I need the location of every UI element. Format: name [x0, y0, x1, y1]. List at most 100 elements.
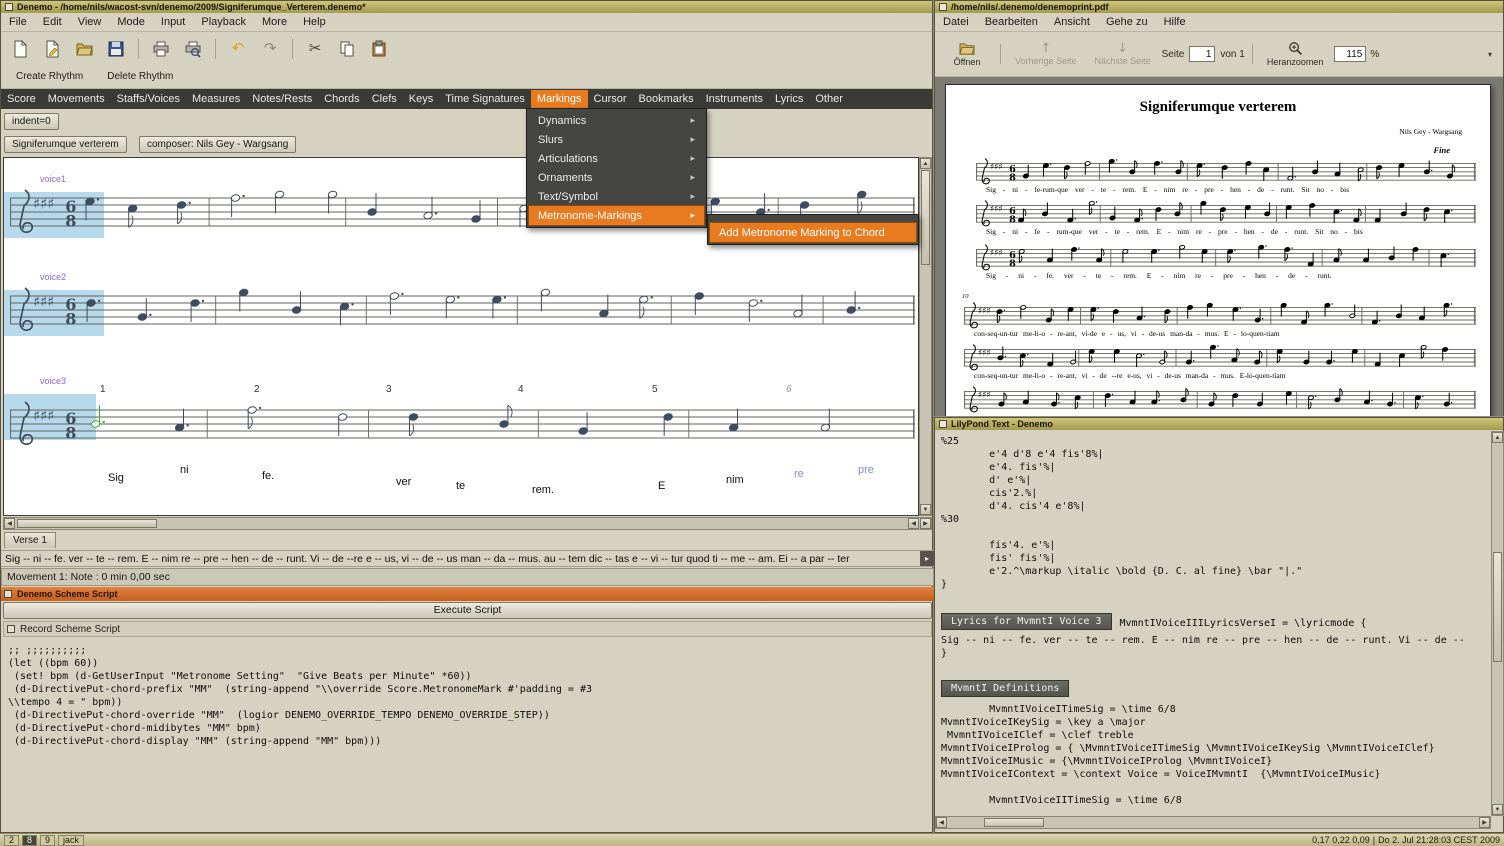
- cmd-clefs[interactable]: Clefs: [366, 90, 403, 108]
- definitions-section-button[interactable]: MvmntI Definitions: [941, 680, 1070, 697]
- lilypond-text-view[interactable]: %25 e'4 d'8 e'4 fis'8%| e'4. fis'%| d' e…: [935, 431, 1491, 816]
- menu-mode[interactable]: Mode: [109, 14, 153, 30]
- new-from-template-button[interactable]: [39, 36, 65, 62]
- lilypond-code[interactable]: %25 e'4 d'8 e'4 fis'8%| e'4. fis'%| d' e…: [941, 435, 1485, 591]
- scroll-up-arrow[interactable]: ▲: [1492, 432, 1503, 443]
- cmd-movements[interactable]: Movements: [42, 90, 111, 108]
- menu-playback[interactable]: Playback: [193, 14, 254, 30]
- menu-item-metronome-markings[interactable]: Metronome-Markings ▸: [528, 205, 705, 226]
- menu-input[interactable]: Input: [153, 14, 193, 30]
- menu-item-ornaments[interactable]: Ornaments ▸: [529, 168, 704, 187]
- cmd-instruments[interactable]: Instruments: [700, 90, 769, 108]
- indent-button[interactable]: indent=0: [4, 113, 59, 130]
- cmd-notes-rests[interactable]: Notes/Rests: [246, 90, 318, 108]
- paste-button[interactable]: [366, 36, 392, 62]
- menu-item-text-symbol[interactable]: Text/Symbol ▸: [529, 187, 704, 206]
- lilypond-horizontal-scrollbar[interactable]: ◀ ▶: [935, 816, 1491, 829]
- menu-help[interactable]: Help: [295, 14, 334, 30]
- scheme-panel-header[interactable]: Denemo Scheme Script: [1, 587, 934, 601]
- verse-tab[interactable]: Verse 1: [4, 532, 56, 548]
- menu-item-dynamics[interactable]: Dynamics ▸: [529, 111, 704, 130]
- score-title-button[interactable]: Signiferumque verterem: [4, 136, 127, 153]
- workspace-9[interactable]: 9: [40, 834, 56, 846]
- scrollbar-thumb[interactable]: [921, 170, 930, 265]
- score-vertical-scrollbar[interactable]: ▲ ▼: [919, 157, 932, 516]
- menu-more[interactable]: More: [254, 14, 295, 30]
- panel-grip-icon[interactable]: [4, 590, 12, 598]
- open-score-button[interactable]: [71, 36, 97, 62]
- cmd-keys[interactable]: Keys: [403, 90, 439, 108]
- open-button[interactable]: Öffnen: [941, 39, 993, 69]
- menu-datei[interactable]: Datei: [935, 14, 977, 30]
- cmd-lyrics[interactable]: Lyrics: [769, 90, 809, 108]
- composer-button[interactable]: composer: Nils Gey - Wargsang: [139, 136, 297, 153]
- verse-scroll-arrow[interactable]: ▸: [920, 551, 934, 566]
- record-script-toggle[interactable]: Record Scheme Script: [3, 621, 932, 637]
- print-button[interactable]: [148, 36, 174, 62]
- zoom-value-input[interactable]: [1334, 46, 1367, 62]
- scroll-left-arrow[interactable]: ◀: [936, 817, 947, 828]
- menu-gehe-zu[interactable]: Gehe zu: [1098, 14, 1156, 30]
- print-preview-button[interactable]: [180, 36, 206, 62]
- scrollbar-thumb[interactable]: [1493, 552, 1502, 662]
- execute-script-button[interactable]: Execute Script: [3, 602, 932, 619]
- lilypond-titlebar[interactable]: LilyPond Text - Denemo: [935, 418, 1503, 430]
- cmd-bookmarks[interactable]: Bookmarks: [633, 90, 700, 108]
- menu-item-articulations[interactable]: Articulations ▸: [529, 149, 704, 168]
- cmd-score[interactable]: Score: [1, 90, 42, 108]
- create-rhythm-button[interactable]: Create Rhythm: [7, 68, 92, 85]
- scroll-down-arrow[interactable]: ▼: [920, 504, 931, 515]
- scrollbar-thumb[interactable]: [984, 818, 1044, 827]
- scroll-left-arrow[interactable]: ◀: [4, 518, 15, 529]
- delete-rhythm-button[interactable]: Delete Rhythm: [98, 68, 182, 85]
- scroll-left-arrow[interactable]: ◀: [908, 518, 919, 529]
- undo-button[interactable]: ↶: [225, 36, 251, 62]
- previous-page-button[interactable]: ↑ Vorherige Seite: [1008, 40, 1084, 68]
- jack-indicator[interactable]: jack: [58, 834, 85, 846]
- next-page-button[interactable]: ↓ Nächste Seite: [1088, 40, 1158, 68]
- lyrics-mode-header[interactable]: MvmntIVoiceIIILyricsVerseI = \lyricmode …: [1120, 617, 1367, 630]
- menu-edit[interactable]: Edit: [35, 14, 70, 30]
- menu-file[interactable]: File: [1, 14, 35, 30]
- pdf-titlebar[interactable]: /home/nils/.denemo/denemoprint.pdf: [935, 1, 1503, 13]
- menu-item-slurs[interactable]: Slurs ▸: [529, 130, 704, 149]
- new-score-button[interactable]: [7, 36, 33, 62]
- menu-view[interactable]: View: [70, 14, 110, 30]
- cmd-cursor[interactable]: Cursor: [588, 90, 633, 108]
- scroll-up-arrow[interactable]: ▲: [920, 158, 931, 169]
- cmd-chords[interactable]: Chords: [318, 90, 365, 108]
- cmd-staffs-voices[interactable]: Staffs/Voices: [111, 90, 186, 108]
- workspace-2[interactable]: 2: [4, 834, 20, 846]
- cmd-other[interactable]: Other: [809, 90, 849, 108]
- scroll-right-arrow[interactable]: ▶: [920, 518, 931, 529]
- record-checkbox[interactable]: [7, 625, 15, 633]
- scroll-right-arrow[interactable]: ▶: [1479, 817, 1490, 828]
- workspace-8[interactable]: 8: [22, 834, 38, 846]
- scrollbar-thumb[interactable]: [17, 519, 157, 528]
- lyrics-section-button[interactable]: Lyrics for MvmntI Voice 3: [941, 613, 1112, 630]
- pdf-view-area[interactable]: Signiferumque verterem Nils Gey - Wargsa…: [935, 77, 1503, 416]
- cmd-time-signatures[interactable]: Time Signatures: [439, 90, 531, 108]
- scroll-down-arrow[interactable]: ▼: [1492, 804, 1503, 815]
- lilypond-vertical-scrollbar[interactable]: ▲ ▼: [1491, 431, 1504, 816]
- redo-button[interactable]: ↷: [257, 36, 283, 62]
- definitions-code[interactable]: MvmntIVoiceITimeSig = \time 6/8 MvmntIVo…: [941, 703, 1485, 807]
- save-score-button[interactable]: [103, 36, 129, 62]
- zoom-button[interactable]: Heranzoomen: [1260, 39, 1331, 69]
- scheme-script-editor[interactable]: ;; ;;;;;;;;;; (let ((bpm 60)) (set! bpm …: [1, 638, 934, 833]
- page-number-input[interactable]: [1189, 46, 1216, 62]
- chevron-down-icon[interactable]: ▾: [1488, 50, 1497, 59]
- lyrics-code[interactable]: Sig -- ni -- fe. ver -- te -- rem. E -- …: [941, 634, 1485, 660]
- cmd-markings[interactable]: Markings: [530, 90, 588, 108]
- denemo-titlebar[interactable]: Denemo - /home/nils/wacost-svn/denemo/20…: [1, 1, 932, 13]
- copy-button[interactable]: [334, 36, 360, 62]
- cmd-measures[interactable]: Measures: [186, 90, 246, 108]
- menu-hilfe[interactable]: Hilfe: [1156, 14, 1194, 30]
- menu-item-add-metronome-marking[interactable]: Add Metronome Marking to Chord: [709, 222, 917, 243]
- menu-bearbeiten[interactable]: Bearbeiten: [977, 14, 1046, 30]
- score-canvas[interactable]: voice1 ♯♯♯ 6 8 voice2 ♯♯♯ 6 8 voice3 1 2 3 4…: [3, 157, 919, 516]
- verse-editor[interactable]: Sig -- ni -- fe. ver -- te -- rem. E -- …: [1, 550, 934, 567]
- menu-ansicht[interactable]: Ansicht: [1046, 14, 1098, 30]
- cut-button[interactable]: ✂: [302, 36, 328, 62]
- score-horizontal-scrollbar[interactable]: ◀ ◀ ▶: [3, 517, 932, 530]
